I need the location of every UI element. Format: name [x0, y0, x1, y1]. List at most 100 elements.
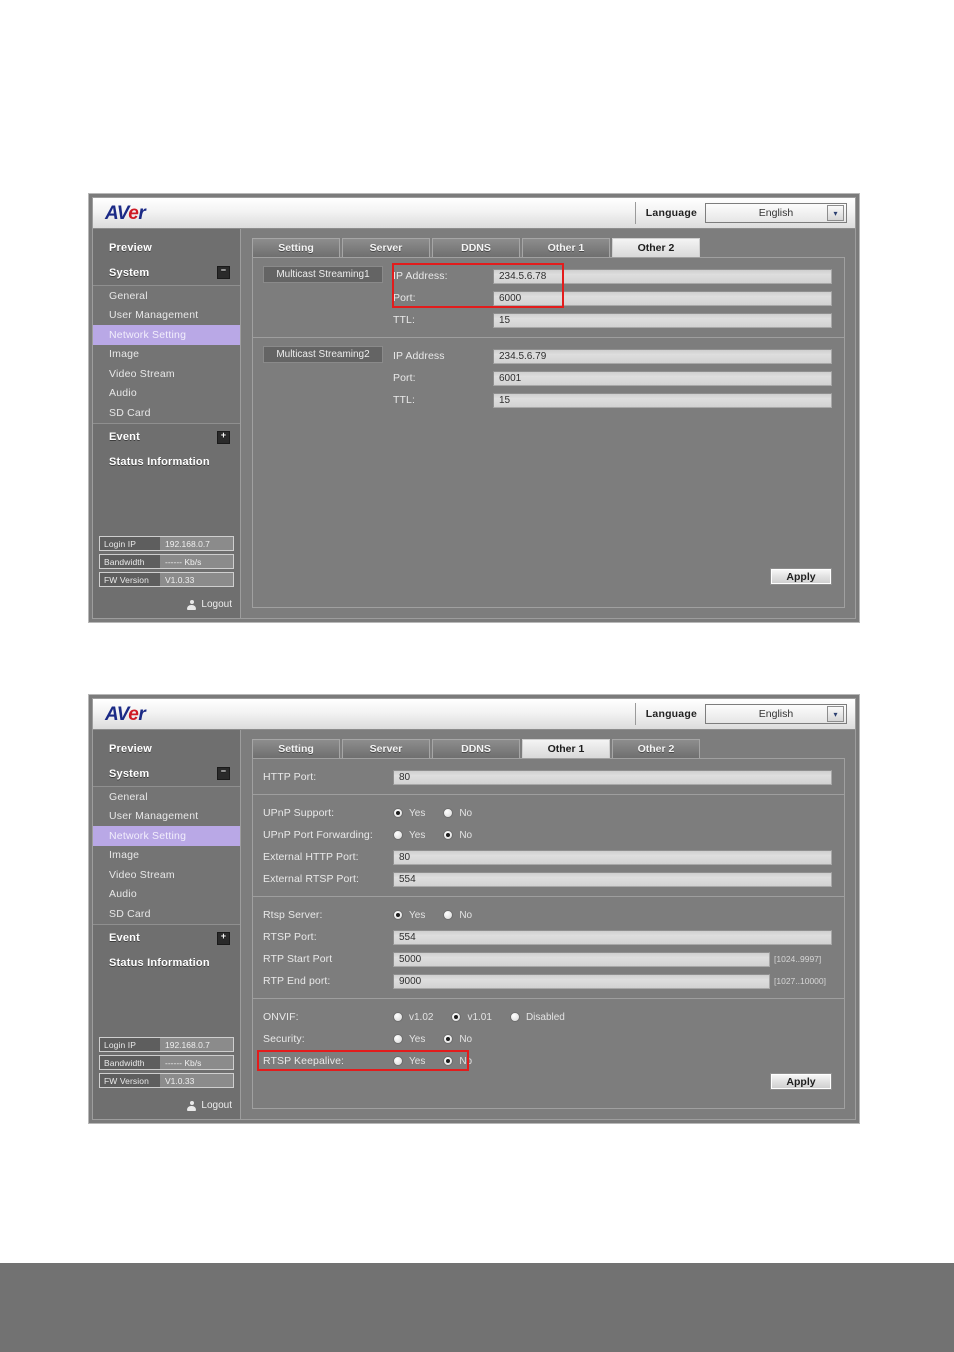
sidebar-item-video-stream-2[interactable]: Video Stream: [93, 865, 240, 885]
radio-onvif-v102[interactable]: v1.02: [393, 1012, 433, 1023]
logo-text-r: r: [138, 202, 146, 224]
input-http-port[interactable]: 80: [393, 769, 832, 785]
sidebar-item-general[interactable]: General: [93, 286, 240, 306]
sidebar-item-status-information-2[interactable]: Status Information: [93, 951, 240, 976]
radio-group-upnp-support: Yes No: [393, 808, 490, 819]
tab-server[interactable]: Server: [342, 238, 430, 257]
field-row-ms1-ip: IP Address: 234.5.6.78: [393, 265, 832, 287]
sidebar-item-image[interactable]: Image: [93, 345, 240, 365]
sidebar-item-sd-card[interactable]: SD Card: [93, 403, 240, 423]
radio-group-rtsp-server: Yes No: [393, 910, 490, 921]
radio-rtsp-server-no[interactable]: No: [443, 910, 472, 921]
radio-dot-icon: [443, 830, 454, 840]
label-http-port: HTTP Port:: [263, 771, 317, 783]
sidebar-label-audio-2: Audio: [109, 888, 137, 901]
tab-other-1[interactable]: Other 1: [522, 238, 610, 257]
radio-label-onvif-v101: v1.01: [467, 1011, 492, 1023]
tab-ddns[interactable]: DDNS: [432, 238, 520, 257]
radio-label-rtsp-server-no: No: [459, 909, 473, 921]
sidebar-item-network-setting-2[interactable]: Network Setting: [93, 826, 240, 846]
input-ms1-port[interactable]: 6000: [493, 290, 832, 306]
input-rtp-end-port[interactable]: 9000: [393, 973, 770, 989]
radio-upnp-support-yes[interactable]: Yes: [393, 808, 425, 819]
radio-upnp-forwarding-yes[interactable]: Yes: [393, 830, 425, 841]
collapse-minus-icon[interactable]: −: [217, 266, 230, 279]
tab-ddns-2[interactable]: DDNS: [432, 739, 520, 758]
radio-group-security: Yes No: [393, 1034, 490, 1045]
label-onvif: ONVIF:: [263, 1011, 299, 1023]
sidebar-item-preview-2[interactable]: Preview: [93, 736, 240, 761]
input-ms1-ip[interactable]: 234.5.6.78: [493, 268, 832, 284]
language-dropdown-2[interactable]: English ▾: [705, 704, 847, 724]
status-key-fw-version: FW Version: [100, 573, 160, 586]
multicast-streaming-1-badge: Multicast Streaming1: [263, 266, 383, 283]
sidebar-item-status-information[interactable]: Status Information: [93, 450, 240, 475]
input-rtsp-port[interactable]: 554: [393, 929, 832, 945]
radio-upnp-forwarding-no[interactable]: No: [443, 830, 472, 841]
input-ms2-port[interactable]: 6001: [493, 370, 832, 386]
chevron-down-icon[interactable]: ▾: [827, 205, 844, 221]
apply-button-2[interactable]: Apply: [770, 1073, 832, 1090]
sidebar-item-network-setting[interactable]: Network Setting: [93, 325, 240, 345]
sidebar-item-event[interactable]: Event +: [93, 425, 240, 450]
tab-other-2-2[interactable]: Other 2: [612, 739, 700, 758]
sidebar-label-audio: Audio: [109, 387, 137, 400]
collapse-minus-icon-2[interactable]: −: [217, 767, 230, 780]
input-ms2-ttl[interactable]: 15: [493, 392, 832, 408]
language-dropdown[interactable]: English ▾: [705, 203, 847, 223]
expand-plus-icon-2[interactable]: +: [217, 931, 230, 945]
sidebar-item-user-management-2[interactable]: User Management: [93, 807, 240, 827]
sidebar-label-status-information: Status Information: [109, 456, 210, 468]
chevron-down-icon-2[interactable]: ▾: [827, 706, 844, 722]
tab-setting[interactable]: Setting: [252, 238, 340, 257]
tab-other-2[interactable]: Other 2: [612, 238, 700, 257]
label-ms1-ip: IP Address:: [393, 270, 448, 282]
radio-onvif-disabled[interactable]: Disabled: [509, 1012, 565, 1023]
radio-rtsp-keepalive-no[interactable]: No: [443, 1056, 472, 1067]
language-value: English: [758, 207, 794, 219]
radio-rtsp-keepalive-yes[interactable]: Yes: [393, 1056, 425, 1067]
multicast-streaming-2-badge: Multicast Streaming2: [263, 346, 383, 363]
radio-dot-icon: [451, 1012, 462, 1022]
label-upnp-forwarding: UPnP Port Forwarding:: [263, 829, 373, 841]
radio-label-upnp-forwarding-no: No: [459, 829, 473, 841]
input-ext-http-port[interactable]: 80: [393, 849, 832, 865]
sidebar-item-image-2[interactable]: Image: [93, 846, 240, 866]
sidebar-item-user-management[interactable]: User Management: [93, 306, 240, 326]
radio-rtsp-server-yes[interactable]: Yes: [393, 910, 425, 921]
camera-web-ui-panel-2: AVer Language English ▾ Preview System −: [88, 694, 860, 1124]
sidebar-nav-bottom-2: Event + Status Information: [93, 926, 240, 976]
status-row-login-ip: Login IP 192.168.0.7: [99, 536, 234, 551]
expand-plus-icon[interactable]: +: [217, 430, 230, 444]
sidebar-item-audio[interactable]: Audio: [93, 384, 240, 404]
sidebar-item-system-2[interactable]: System −: [93, 761, 240, 786]
tabpanel-other-2: Multicast Streaming1 IP Address: 234.5.6…: [252, 257, 845, 608]
sidebar-item-event-2[interactable]: Event +: [93, 926, 240, 951]
radio-security-no[interactable]: No: [443, 1034, 472, 1045]
radio-security-yes[interactable]: Yes: [393, 1034, 425, 1045]
user-icon-2: [187, 1100, 197, 1111]
radio-upnp-support-no[interactable]: No: [443, 808, 472, 819]
sidebar-item-general-2[interactable]: General: [93, 787, 240, 807]
label-rtsp-keepalive: RTSP Keepalive:: [263, 1055, 345, 1067]
sidebar-1: Preview System − General User Management…: [93, 229, 241, 618]
sidebar-item-video-stream[interactable]: Video Stream: [93, 364, 240, 384]
apply-button-1[interactable]: Apply: [770, 568, 832, 585]
sidebar-item-preview[interactable]: Preview: [93, 235, 240, 260]
logout-button-1[interactable]: Logout: [99, 599, 232, 610]
sidebar-item-audio-2[interactable]: Audio: [93, 885, 240, 905]
radio-onvif-v101[interactable]: v1.01: [451, 1011, 492, 1023]
radio-dot-icon: [393, 910, 403, 920]
tab-server-2[interactable]: Server: [342, 739, 430, 758]
sidebar-item-sd-card-2[interactable]: SD Card: [93, 904, 240, 924]
input-rtp-start-port[interactable]: 5000: [393, 951, 770, 967]
tab-other-1-2[interactable]: Other 1: [522, 739, 610, 758]
sidebar-item-system[interactable]: System −: [93, 260, 240, 285]
status-row-fw-version: FW Version V1.0.33: [99, 572, 234, 587]
input-ms2-ip[interactable]: 234.5.6.79: [493, 348, 832, 364]
tab-setting-2[interactable]: Setting: [252, 739, 340, 758]
logout-button-2[interactable]: Logout: [99, 1100, 232, 1111]
sidebar-label-event-2: Event: [109, 932, 140, 944]
input-ms1-ttl[interactable]: 15: [493, 312, 832, 328]
input-ext-rtsp-port[interactable]: 554: [393, 871, 832, 887]
